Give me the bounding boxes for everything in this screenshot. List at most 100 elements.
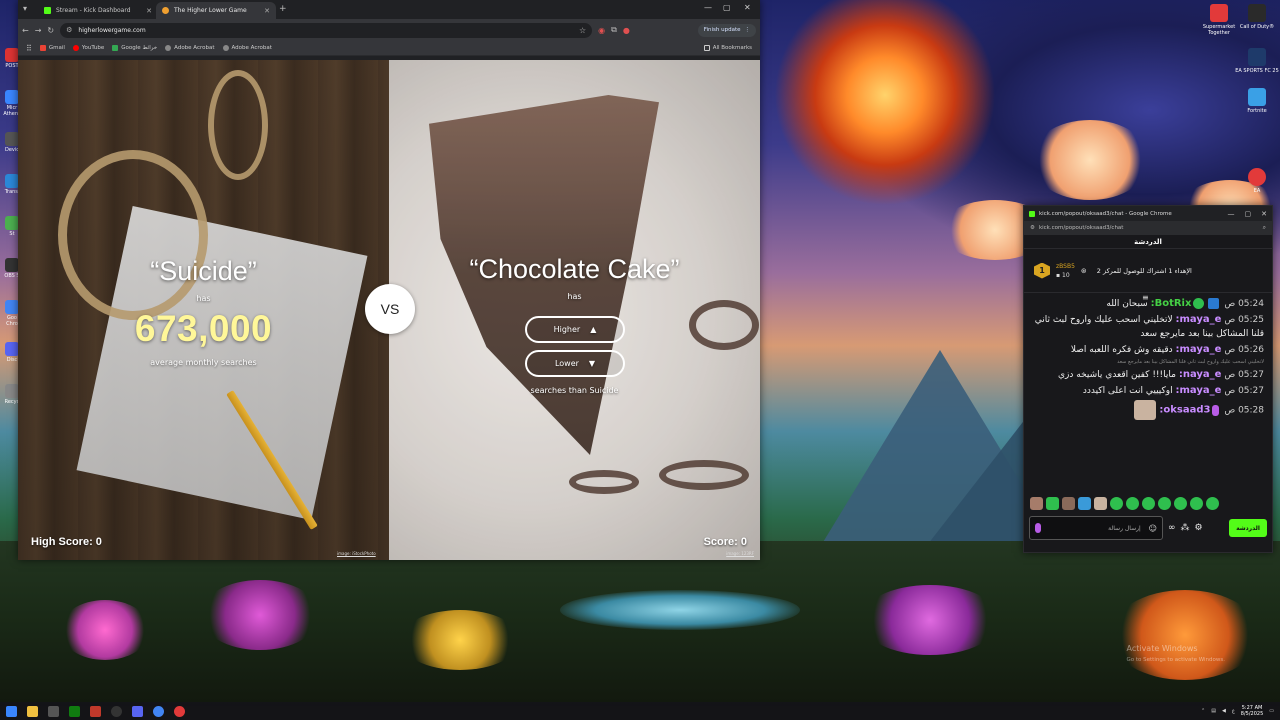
message-time: 05:27 ص (1224, 370, 1264, 380)
chat-messages: ≡ 05:24 ص BotRix: سبحان الله 05:25 ص maya… (1024, 293, 1272, 493)
emote-1-icon[interactable] (1046, 496, 1059, 510)
ea-icon (1248, 168, 1266, 186)
wallpaper-waterfall (560, 590, 800, 630)
minimize-icon[interactable]: — (704, 3, 712, 12)
close-window-icon[interactable]: ✕ (1261, 210, 1267, 218)
reload-icon[interactable]: ↻ (47, 26, 54, 35)
message-username[interactable]: maya_e: (1176, 314, 1222, 325)
emote-4-icon[interactable] (1094, 496, 1107, 510)
chat-message[interactable]: 05:27 ص maya_e: اوكيييي انت اعلى اكيددد (1032, 384, 1264, 398)
bookmark-gmail[interactable]: Gmail (39, 45, 65, 51)
chat-message[interactable]: 05:26 ص maya_e: دقيقه وش فكره اللعبه اصل… (1032, 343, 1264, 357)
emote-5-icon[interactable] (1110, 496, 1123, 510)
language-indicator-icon[interactable]: ع (1232, 708, 1235, 714)
emote-10-icon[interactable] (1190, 496, 1203, 510)
bookmark-adobe-acrobat[interactable]: Adobe Acrobat (165, 45, 215, 51)
desktop-icon-call-of-duty[interactable]: Call of Duty® (1234, 4, 1280, 30)
bookmark-adobe-acrobat-2[interactable]: Adobe Acrobat (222, 45, 272, 51)
network-icon[interactable]: ▤ (1211, 708, 1216, 714)
community-icon[interactable]: ⁂ (1181, 523, 1190, 533)
chevron-up-icon[interactable]: ⌃ (1201, 708, 1205, 714)
bookmark-star-icon[interactable]: ☆ (579, 26, 586, 35)
settings-gear-icon[interactable]: ⚙ (1195, 523, 1203, 533)
tab-kick-dashboard[interactable]: Stream - Kick Dashboard ✕ (38, 2, 158, 19)
extensions-puzzle-icon[interactable]: ⧉ (611, 25, 617, 35)
tab-search-icon[interactable]: ▾ (23, 4, 27, 13)
browser-toolbar: ← → ↻ ⚙ higherlowergame.com ☆ ◉ ⧉ ● Fini… (18, 19, 760, 41)
emote-0-icon[interactable] (1030, 496, 1043, 510)
triangle-up-icon: ▲ (590, 325, 597, 334)
message-username[interactable]: naya_e: (1179, 369, 1222, 380)
xbox-icon[interactable] (69, 705, 80, 717)
address-bar[interactable]: ⚙ higherlowergame.com ☆ (60, 22, 593, 38)
bookmark-google-maps[interactable]: Google خرائط (112, 45, 157, 51)
file-explorer-icon[interactable] (27, 705, 38, 717)
discord-icon[interactable] (132, 705, 143, 717)
forward-arrow-icon[interactable]: → (35, 26, 42, 35)
lower-button[interactable]: Lower ▼ (525, 350, 625, 377)
close-window-icon[interactable]: ✕ (744, 3, 751, 12)
finish-update-button[interactable]: Finish update ⋮ (697, 23, 756, 37)
message-username[interactable]: oksaad3: (1159, 405, 1210, 416)
emote-3-icon[interactable] (1078, 496, 1091, 510)
taskbar-clock[interactable]: 5:27 AM 8/5/2025 (1241, 705, 1263, 717)
desktop-icon-ea-sports-fc[interactable]: EA SPORTS FC 25 (1234, 48, 1280, 74)
close-tab-icon[interactable]: ✕ (146, 7, 152, 15)
emote-2-icon[interactable] (1062, 496, 1075, 510)
message-text: دقيقه وش فكره اللعبه اصلا (1070, 345, 1173, 355)
new-tab-plus-icon[interactable]: + (279, 4, 287, 14)
windows-start-icon[interactable] (6, 705, 17, 717)
app-icon[interactable] (90, 705, 101, 717)
extension-icon[interactable]: ◉ (598, 26, 605, 35)
app-icon-2[interactable] (174, 705, 185, 717)
emote-6-icon[interactable] (1126, 496, 1139, 510)
tab-higher-lower-game[interactable]: The Higher Lower Game ✕ (156, 2, 276, 19)
reply-preview: لاتخليني اسحب عليك واروح لبث ثاني قلنا ا… (1117, 359, 1264, 365)
minimize-icon[interactable]: — (1228, 210, 1235, 218)
desktop-app-icon (5, 48, 19, 62)
profile-icon[interactable]: ● (623, 26, 630, 35)
desktop-icon-ea[interactable]: EA (1234, 168, 1280, 194)
bookmark-label: Gmail (48, 45, 65, 51)
microphone-icon (1035, 523, 1041, 533)
emote-11-icon[interactable] (1206, 496, 1219, 510)
chat-message[interactable]: 05:28 ص oksaad3: (1032, 400, 1264, 420)
higher-button[interactable]: Higher ▲ (525, 316, 625, 343)
apps-grid-icon[interactable]: ⠿ (26, 44, 32, 53)
all-bookmarks[interactable]: All Bookmarks (703, 45, 752, 51)
chat-message[interactable]: 05:27 ص naya_e: مايا!!! كفين اقعدي ياشيخ… (1032, 368, 1264, 382)
bookmark-youtube[interactable]: YouTube (72, 45, 104, 51)
emote-9-icon[interactable] (1174, 496, 1187, 510)
obs-icon[interactable] (111, 705, 122, 717)
scroll-pause-icon[interactable]: ≡ (1142, 293, 1149, 302)
chat-message-input[interactable]: إرسال رسالة ☺ (1029, 516, 1163, 540)
right-image-credit[interactable]: image: 123RF (726, 551, 754, 556)
desktop-app-icon (5, 90, 19, 104)
chat-address-bar[interactable]: ⚙ kick.com/popout/oksaad3/chat ⌕ (1024, 221, 1272, 235)
close-tab-icon[interactable]: ✕ (264, 7, 270, 15)
message-time: 05:24 ص (1224, 299, 1264, 309)
send-chat-button[interactable]: الدردشة (1229, 519, 1267, 537)
emoji-icon[interactable]: ☺ (1149, 524, 1157, 533)
maximize-icon[interactable]: ▢ (1245, 210, 1252, 218)
zoom-icon[interactable]: ⌕ (1263, 224, 1266, 232)
volume-icon[interactable]: ◀ (1222, 708, 1226, 714)
desktop-icon-fortnite[interactable]: Fortnite (1234, 88, 1280, 114)
maximize-icon[interactable]: ▢ (723, 3, 731, 12)
left-image-credit[interactable]: image: iStockPhoto (337, 551, 376, 556)
emote-8-icon[interactable] (1158, 496, 1171, 510)
chrome-icon[interactable] (153, 705, 164, 717)
chat-message[interactable]: 05:25 ص maya_e: لاتخليني اسحب عليك واروح… (1032, 313, 1264, 341)
message-username[interactable]: maya_e: (1176, 385, 1222, 396)
message-username[interactable]: BotRix: (1151, 298, 1192, 309)
notification-icon[interactable]: ▭ (1269, 708, 1274, 714)
broadcaster-mic-icon (1212, 404, 1220, 416)
back-arrow-icon[interactable]: ← (22, 26, 29, 35)
emote-7-icon[interactable] (1142, 496, 1155, 510)
store-icon[interactable] (48, 705, 59, 717)
pinned-message[interactable]: 1 zBSB5 ▪ 10 ⊛ الإهداء 1 اشتراك للوصول ل… (1024, 249, 1272, 293)
right-overlay (389, 60, 760, 560)
message-username[interactable]: maya_e: (1176, 344, 1222, 355)
site-info-icon[interactable]: ⚙ (66, 26, 72, 34)
infinity-icon[interactable]: ∞ (1168, 523, 1176, 533)
